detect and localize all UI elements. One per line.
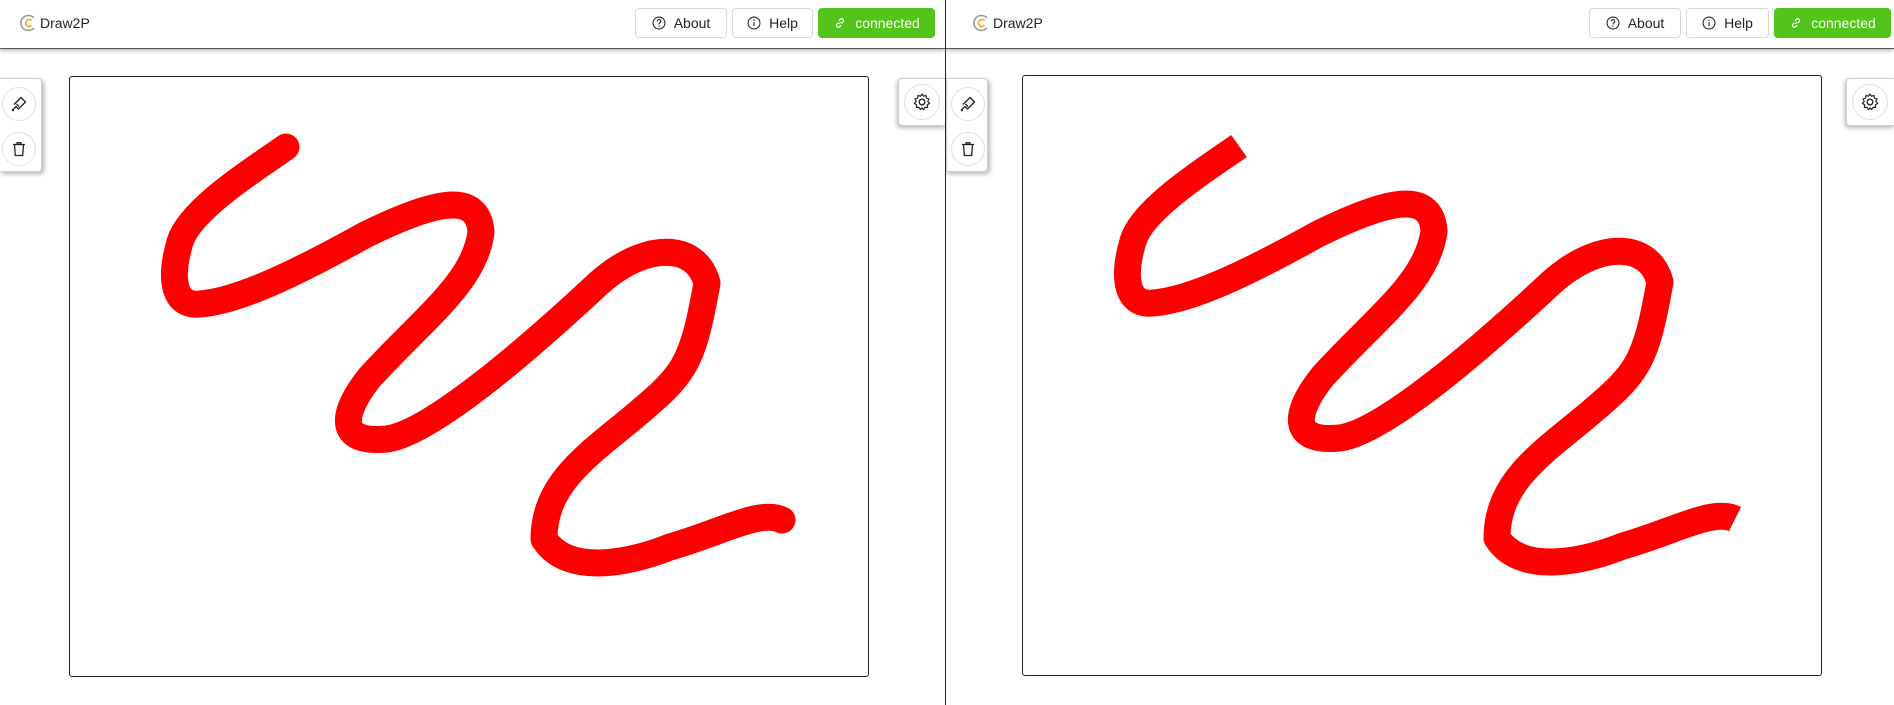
logo-icon <box>20 14 35 32</box>
drawing-surface <box>1114 134 1742 576</box>
settings-panel <box>1846 78 1894 126</box>
settings-panel <box>898 78 945 126</box>
settings-button[interactable] <box>1852 84 1888 120</box>
about-button[interactable]: About <box>1589 8 1681 38</box>
clear-canvas-button[interactable] <box>2 132 36 166</box>
question-circle-icon <box>652 16 666 30</box>
brush-tool-button[interactable] <box>951 87 985 121</box>
gear-icon <box>1861 93 1879 111</box>
drawn-stroke <box>161 133 796 577</box>
help-label: Help <box>1724 15 1753 31</box>
app-header: Draw2P About Help connected <box>946 0 1894 49</box>
settings-button[interactable] <box>904 84 940 120</box>
brush-tool-button[interactable] <box>2 87 36 121</box>
brush-icon <box>960 96 976 112</box>
link-icon <box>1792 18 1801 28</box>
about-label: About <box>1627 15 1665 31</box>
app-logo: Draw2P <box>19 13 90 33</box>
help-button[interactable]: Help <box>732 8 813 38</box>
app-name: Draw2P <box>993 15 1043 31</box>
connection-label: connected <box>855 15 920 31</box>
right-client-window: Draw2P About Help connected <box>946 0 1894 705</box>
question-circle-icon <box>1606 16 1620 30</box>
left-client-window: Draw2P About Help connected <box>0 0 945 705</box>
tool-panel <box>946 78 988 172</box>
logo-icon <box>973 14 988 32</box>
help-button[interactable]: Help <box>1686 8 1769 38</box>
trash-icon <box>962 142 974 157</box>
gear-icon <box>913 93 931 111</box>
app-logo: Draw2P <box>972 13 1043 33</box>
tool-panel <box>0 78 42 172</box>
connection-label: connected <box>1811 15 1876 31</box>
connection-button[interactable]: connected <box>818 8 935 38</box>
drawing-canvas[interactable] <box>69 76 869 677</box>
drawing-surface <box>161 133 796 577</box>
clear-canvas-button[interactable] <box>951 132 985 166</box>
brush-icon <box>11 96 27 112</box>
help-label: Help <box>769 15 798 31</box>
drawing-canvas[interactable] <box>1022 75 1822 676</box>
info-circle-icon <box>1702 16 1716 30</box>
about-label: About <box>673 15 711 31</box>
info-circle-icon <box>747 16 761 30</box>
app-header: Draw2P About Help connected <box>0 0 945 49</box>
about-button[interactable]: About <box>635 8 727 38</box>
app-name: Draw2P <box>40 15 90 31</box>
trash-icon <box>13 142 25 157</box>
connection-button[interactable]: connected <box>1774 8 1891 38</box>
link-icon <box>836 18 845 28</box>
drawn-stroke <box>1114 134 1742 576</box>
